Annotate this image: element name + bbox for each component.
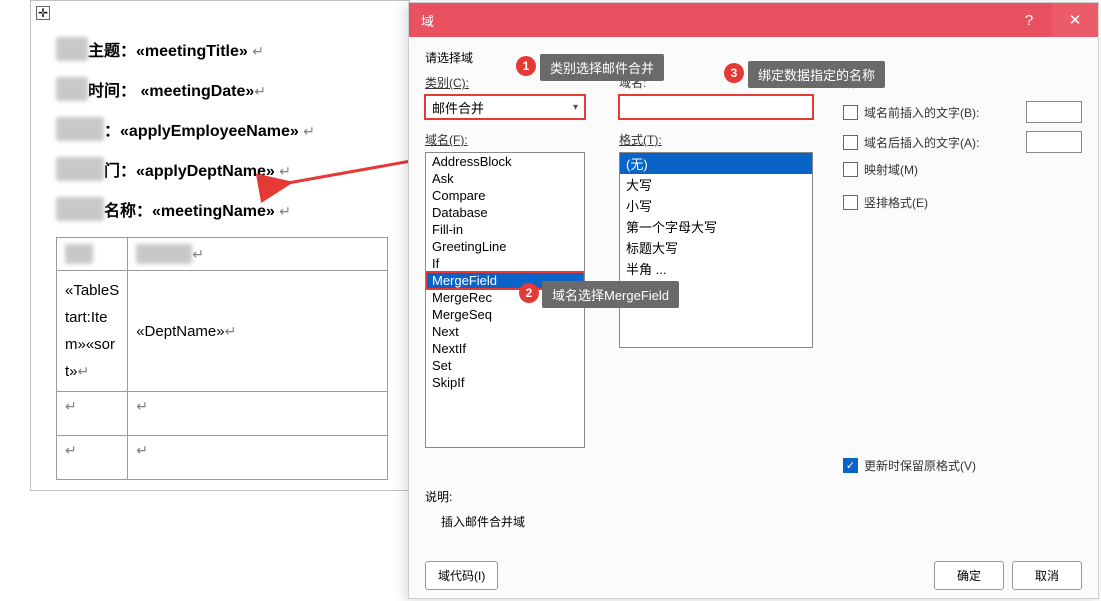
format-item[interactable]: 大写 xyxy=(620,174,812,195)
table-cell: ↵ xyxy=(57,436,128,480)
field-dialog: 域 ? ✕ 请选择域 类别(C): 邮件合并 ▾ 域名(F): AddressB… xyxy=(408,2,1099,599)
fieldname-item[interactable]: GreetingLine xyxy=(426,238,584,255)
doc-line-dept: 申请部门：«applyDeptName» ↵ xyxy=(56,157,399,181)
table-cell: ↵ xyxy=(128,436,388,480)
fieldname-item[interactable]: If xyxy=(426,255,584,272)
field-code-button[interactable]: 域代码(I) xyxy=(425,561,498,590)
description-text: 插入邮件合并域 xyxy=(441,513,1082,530)
fieldname-item[interactable]: MergeSeq xyxy=(426,306,584,323)
format-item[interactable]: 小写 xyxy=(620,195,812,216)
fieldname-item[interactable]: AddressBlock xyxy=(426,153,584,170)
fieldname-item[interactable]: Ask xyxy=(426,170,584,187)
table-cell: ↵ xyxy=(57,392,128,436)
option-after-text[interactable]: 域名后插入的文字(A): xyxy=(843,131,1082,153)
format-listbox[interactable]: (无)大写小写第一个字母大写标题大写半角 ... xyxy=(619,152,813,348)
option-before-text[interactable]: 域名前插入的文字(B): xyxy=(843,101,1082,123)
fieldname-item[interactable]: Compare xyxy=(426,187,584,204)
table-cell: «DeptName»↵ xyxy=(128,271,388,392)
fieldname-item[interactable]: NextIf xyxy=(426,340,584,357)
option-vertical[interactable]: 竖排格式(E) xyxy=(843,194,1082,211)
dialog-title: 域 xyxy=(421,11,434,30)
domainname-input[interactable] xyxy=(619,95,813,119)
description-label: 说明: xyxy=(425,488,1082,505)
format-label: 格式(T): xyxy=(619,131,825,148)
fieldname-item[interactable]: Next xyxy=(426,323,584,340)
cancel-button[interactable]: 取消 xyxy=(1012,561,1082,590)
after-text-input[interactable] xyxy=(1026,131,1082,153)
checkbox-icon[interactable]: ✓ xyxy=(843,458,858,473)
fieldname-item[interactable]: Set xyxy=(426,357,584,374)
fieldname-item[interactable]: Database xyxy=(426,204,584,221)
annotation-callout-1: 类别选择邮件合并 xyxy=(540,54,664,81)
doc-line-employee: 申请人：«applyEmployeeName» ↵ xyxy=(56,117,399,141)
table-cell: «TableStart:Item»«sort»↵ xyxy=(57,271,128,392)
fieldname-item[interactable]: Fill-in xyxy=(426,221,584,238)
option-preserve-format[interactable]: ✓ 更新时保留原格式(V) xyxy=(843,457,1082,474)
doc-line-title: 会议主题：«meetingTitle» ↵ xyxy=(56,37,399,61)
help-button[interactable]: ? xyxy=(1006,3,1052,37)
close-button[interactable]: ✕ xyxy=(1052,3,1098,37)
checkbox-icon[interactable] xyxy=(843,135,858,150)
format-item[interactable]: 第一个字母大写 xyxy=(620,216,812,237)
annotation-badge-2: 2 xyxy=(519,283,539,303)
option-mapped[interactable]: 映射域(M) xyxy=(843,161,1082,178)
checkbox-icon[interactable] xyxy=(843,105,858,120)
doc-table: 序号 参会部门↵ «TableStart:Item»«sort»↵ «DeptN… xyxy=(56,237,388,480)
fieldnames-label: 域名(F): xyxy=(425,131,607,148)
before-text-input[interactable] xyxy=(1026,101,1082,123)
doc-line-date: 会议时间： «meetingDate»↵ xyxy=(56,77,399,101)
doc-line-meeting: 会议室名称：«meetingName» ↵ xyxy=(56,197,399,221)
annotation-badge-3: 3 xyxy=(724,63,744,83)
format-item[interactable]: (无) xyxy=(620,153,812,174)
format-item[interactable]: 标题大写 xyxy=(620,237,812,258)
checkbox-icon[interactable] xyxy=(843,195,858,210)
annotation-callout-3: 绑定数据指定的名称 xyxy=(748,61,885,88)
checkbox-icon[interactable] xyxy=(843,162,858,177)
table-header-cell: 参会部门↵ xyxy=(128,238,388,271)
annotation-badge-1: 1 xyxy=(516,56,536,76)
table-header-cell: 序号 xyxy=(57,238,128,271)
table-cell: ↵ xyxy=(128,392,388,436)
category-dropdown[interactable]: 邮件合并 ▾ xyxy=(425,95,585,119)
format-item[interactable]: 半角 ... xyxy=(620,258,812,279)
ok-button[interactable]: 确定 xyxy=(934,561,1004,590)
document-area: 会议主题：«meetingTitle» ↵ 会议时间： «meetingDate… xyxy=(30,0,410,491)
chevron-down-icon: ▾ xyxy=(573,102,578,113)
dialog-titlebar[interactable]: 域 ? ✕ xyxy=(409,3,1098,37)
annotation-callout-2: 域名选择MergeField xyxy=(542,281,679,308)
fieldname-item[interactable]: SkipIf xyxy=(426,374,584,391)
